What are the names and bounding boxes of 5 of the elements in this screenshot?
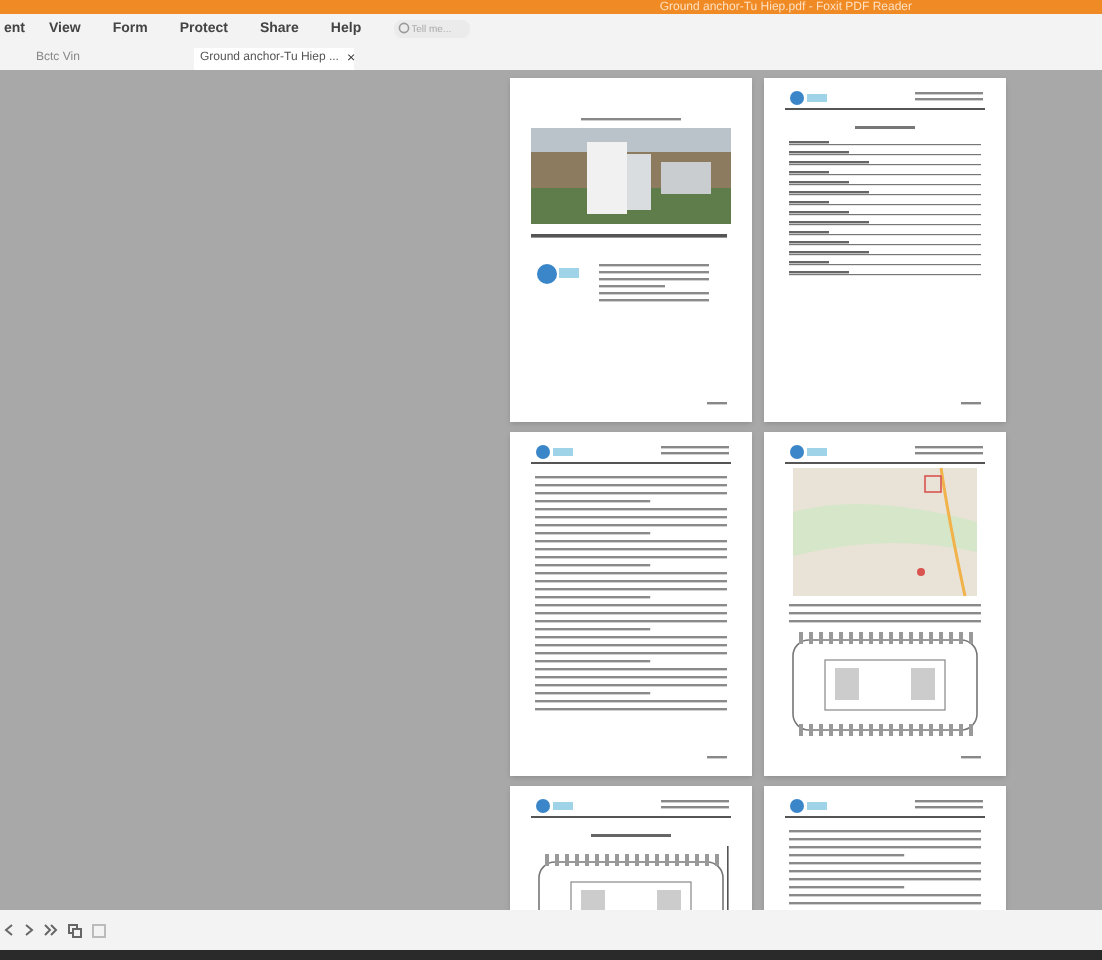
lightbulb-icon xyxy=(397,22,410,35)
next-page-icon[interactable] xyxy=(24,924,34,936)
previous-page-icon[interactable] xyxy=(4,924,14,936)
copy-icon[interactable] xyxy=(68,923,82,937)
last-page-icon[interactable] xyxy=(44,924,58,936)
